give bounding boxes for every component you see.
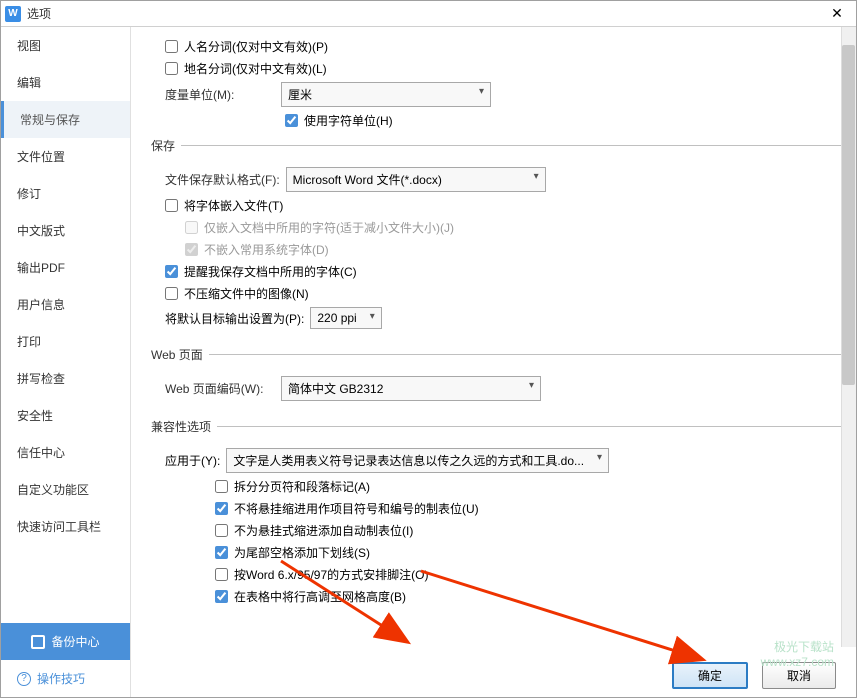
backup-icon [31, 635, 45, 649]
embed-nosys-checkbox [185, 243, 198, 256]
compat-rowheight-label: 在表格中将行高调至网格高度(B) [234, 588, 406, 605]
use-char-unit-checkbox[interactable] [285, 114, 298, 127]
embed-font-label: 将字体嵌入文件(T) [184, 197, 283, 214]
compat-rowheight-checkbox[interactable] [215, 590, 228, 603]
sidebar-item-customize-ribbon[interactable]: 自定义功能区 [1, 471, 130, 508]
sidebar-item-qat[interactable]: 快速访问工具栏 [1, 508, 130, 545]
embed-only-checkbox [185, 221, 198, 234]
window-title: 选项 [27, 5, 822, 22]
scrollbar-thumb[interactable] [842, 45, 855, 385]
compat-legend: 兼容性选项 [145, 418, 217, 435]
sidebar-item-user-info[interactable]: 用户信息 [1, 286, 130, 323]
compat-underline-label: 为尾部空格添加下划线(S) [234, 544, 370, 561]
default-format-label: 文件保存默认格式(F): [165, 171, 280, 188]
app-logo-icon: W [5, 6, 21, 22]
embed-font-checkbox[interactable] [165, 199, 178, 212]
sidebar-item-cn-layout[interactable]: 中文版式 [1, 212, 130, 249]
backup-center-button[interactable]: 备份中心 [1, 623, 130, 660]
sidebar-item-print[interactable]: 打印 [1, 323, 130, 360]
sidebar-item-general-save[interactable]: 常规与保存 [1, 101, 130, 138]
remind-font-checkbox[interactable] [165, 265, 178, 278]
vertical-scrollbar[interactable] [841, 27, 856, 647]
save-group: 保存 文件保存默认格式(F): Microsoft Word 文件(*.docx… [145, 137, 846, 338]
cancel-button[interactable]: 取消 [762, 662, 836, 689]
save-legend: 保存 [145, 137, 181, 154]
default-format-select[interactable]: Microsoft Word 文件(*.docx) [286, 167, 546, 192]
sidebar-item-revision[interactable]: 修订 [1, 175, 130, 212]
sidebar-nav: 视图 编辑 常规与保存 文件位置 修订 中文版式 输出PDF 用户信息 打印 拼… [1, 27, 130, 623]
compat-auto-tab-label: 不为悬挂式缩进添加自动制表位(I) [234, 522, 413, 539]
sidebar-item-spell[interactable]: 拼写检查 [1, 360, 130, 397]
compat-hang-tab-label: 不将悬挂缩进用作项目符号和编号的制表位(U) [234, 500, 479, 517]
apply-label: 应用于(Y): [165, 452, 220, 469]
sidebar-item-view[interactable]: 视图 [1, 27, 130, 64]
compat-footnote-checkbox[interactable] [215, 568, 228, 581]
remind-font-label: 提醒我保存文档中所用的字体(C) [184, 263, 357, 280]
help-icon: ? [17, 672, 31, 686]
compat-footnote-label: 按Word 6.x/95/97的方式安排脚注(O) [234, 566, 429, 583]
close-icon[interactable]: ✕ [822, 5, 852, 22]
name-seg-checkbox[interactable] [165, 40, 178, 53]
sidebar-item-file-location[interactable]: 文件位置 [1, 138, 130, 175]
embed-only-label: 仅嵌入文档中所用的字符(适于减小文件大小)(J) [204, 219, 454, 236]
web-enc-label: Web 页面编码(W): [165, 380, 275, 397]
sidebar-item-output-pdf[interactable]: 输出PDF [1, 249, 130, 286]
web-group: Web 页面 Web 页面编码(W): 简体中文 GB2312 [145, 346, 846, 410]
compat-hang-tab-checkbox[interactable] [215, 502, 228, 515]
web-enc-select[interactable]: 简体中文 GB2312 [281, 376, 541, 401]
no-compress-label: 不压缩文件中的图像(N) [184, 285, 309, 302]
ppi-label: 将默认目标输出设置为(P): [165, 310, 304, 327]
sidebar-item-trust[interactable]: 信任中心 [1, 434, 130, 471]
place-seg-checkbox[interactable] [165, 62, 178, 75]
sidebar-item-security[interactable]: 安全性 [1, 397, 130, 434]
web-legend: Web 页面 [145, 346, 209, 363]
unit-label: 度量单位(M): [165, 86, 275, 103]
backup-label: 备份中心 [51, 633, 99, 650]
name-seg-label: 人名分词(仅对中文有效)(P) [184, 38, 328, 55]
compat-split-label: 拆分分页符和段落标记(A) [234, 478, 370, 495]
no-compress-checkbox[interactable] [165, 287, 178, 300]
tips-label: 操作技巧 [37, 670, 85, 687]
apply-select[interactable]: 文字是人类用表义符号记录表达信息以传之久远的方式和工具.do... [226, 448, 609, 473]
use-char-unit-label: 使用字符单位(H) [304, 112, 393, 129]
embed-nosys-label: 不嵌入常用系统字体(D) [204, 241, 329, 258]
unit-select[interactable]: 厘米 [281, 82, 491, 107]
ppi-select[interactable]: 220 ppi [310, 307, 381, 329]
ok-button[interactable]: 确定 [672, 662, 748, 689]
tips-link[interactable]: ? 操作技巧 [1, 660, 130, 697]
compat-underline-checkbox[interactable] [215, 546, 228, 559]
content-panel: 人名分词(仅对中文有效)(P) 地名分词(仅对中文有效)(L) 度量单位(M):… [131, 27, 856, 697]
sidebar-item-edit[interactable]: 编辑 [1, 64, 130, 101]
compat-split-checkbox[interactable] [215, 480, 228, 493]
place-seg-label: 地名分词(仅对中文有效)(L) [184, 60, 327, 77]
compat-group: 兼容性选项 应用于(Y): 文字是人类用表义符号记录表达信息以传之久远的方式和工… [145, 418, 846, 614]
compat-auto-tab-checkbox[interactable] [215, 524, 228, 537]
